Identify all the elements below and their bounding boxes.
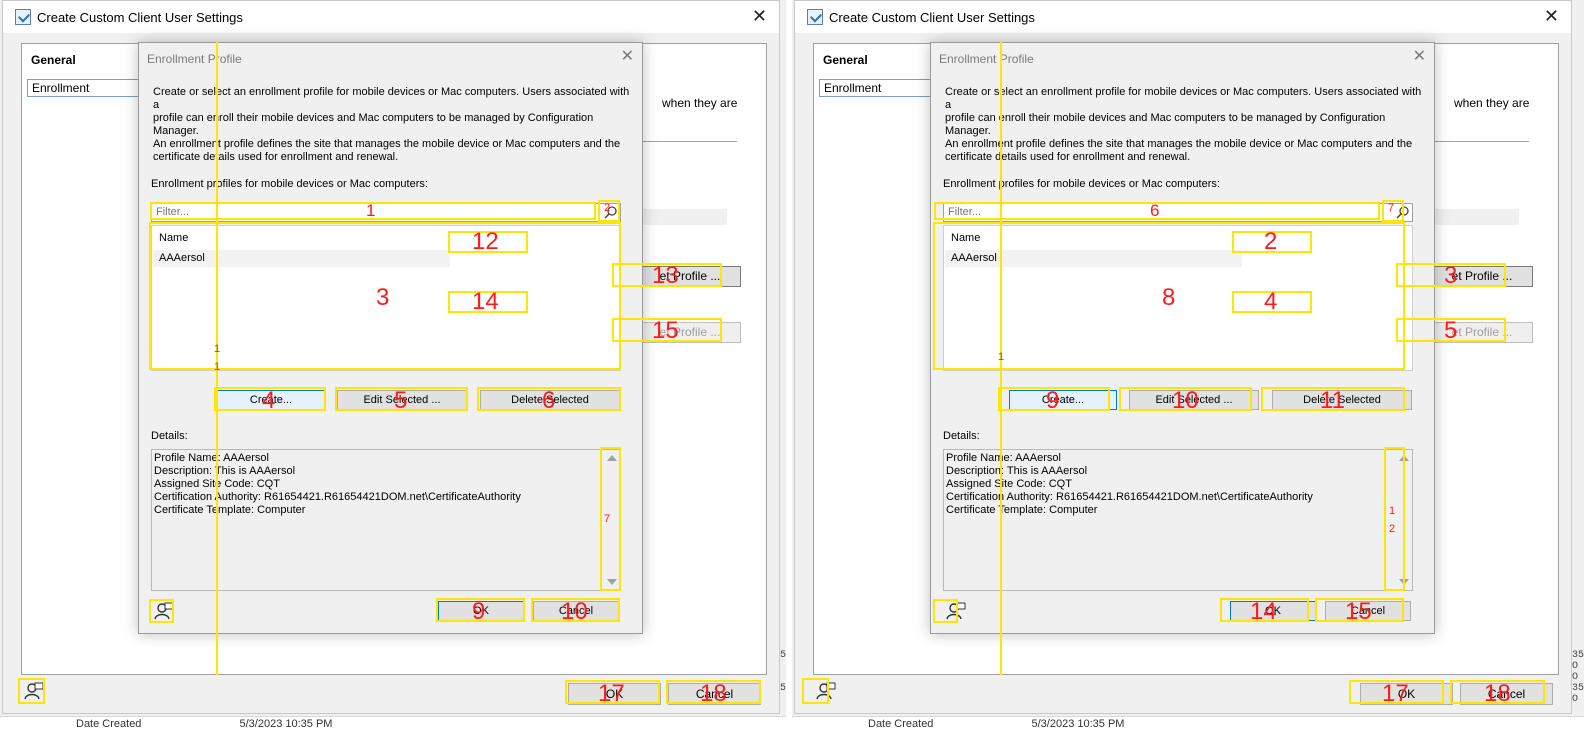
detail-site-code: Assigned Site Code: CQT [946, 478, 1072, 490]
annotation-number: 17 [598, 680, 625, 707]
annotation-number: 9 [472, 598, 486, 625]
detail-description: Description: This is AAAersol [154, 465, 296, 477]
background-strip: Date Created 5/3/2023 10:35 PM [792, 716, 1584, 730]
settings-app-icon [807, 9, 823, 25]
detail-description: Description: This is AAAersol [946, 465, 1088, 477]
background-edge-text: 35 O O 35 O [1572, 650, 1584, 705]
annotation-number: 14 [1250, 598, 1277, 625]
annotation-number: 18 [700, 680, 727, 707]
detail-site-code: Assigned Site Code: CQT [154, 478, 280, 490]
annotation-number: 13 [652, 262, 679, 289]
annotation-box [149, 599, 174, 623]
desc-line-1: Create or select an enrollment profile f… [945, 86, 1422, 111]
dialog-close-button[interactable]: ✕ [621, 49, 634, 65]
desc-line-2: profile can enroll their mobile devices … [153, 112, 594, 137]
annotation-number: 5 [1444, 317, 1458, 344]
outer-titlebar: Create Custom Client User Settings ✕ [3, 1, 779, 33]
bg-edge-2: O [1572, 672, 1579, 683]
annotation-number: 1 [998, 351, 1005, 363]
annotation-number: 8 [1162, 284, 1176, 311]
outer-close-button[interactable]: ✕ [1544, 7, 1559, 25]
right-panel: Date Created 5/3/2023 10:35 PM 35 O O 35… [792, 0, 1584, 730]
settings-app-icon [15, 9, 31, 25]
panel-divider [786, 0, 792, 730]
outer-title: Create Custom Client User Settings [37, 9, 243, 25]
desc-line-3: An enrollment profile defines the site t… [153, 138, 621, 150]
outer-titlebar: Create Custom Client User Settings ✕ [795, 1, 1571, 33]
detail-profile-name: Profile Name: AAAersol [154, 452, 269, 464]
annotation-number: 6 [542, 387, 556, 414]
bg-edge-0: 35 [1572, 650, 1584, 661]
bg-date-label: Date Created [76, 718, 142, 730]
desc-line-2: profile can enroll their mobile devices … [945, 112, 1386, 137]
desc-line-4: certificate details used for enrollment … [153, 151, 399, 163]
annotation-number: 9 [1046, 387, 1060, 414]
annotation-number: 15 [652, 317, 679, 344]
bg-edge-3: 35 [1572, 683, 1584, 694]
details-label: Details: [151, 430, 188, 442]
outer-close-button[interactable]: ✕ [752, 7, 767, 25]
annotation-number: 2 [1389, 523, 1396, 535]
desc-line-4: certificate details used for enrollment … [945, 151, 1191, 163]
annotation-number: 12 [472, 228, 499, 255]
annotation-number: 5 [394, 387, 408, 414]
annotation-number: 7 [604, 513, 611, 525]
bg-date-value: 5/3/2023 10:35 PM [1031, 718, 1125, 730]
annotation-box [18, 678, 45, 704]
annotation-number: 10 [1172, 387, 1199, 414]
nav-heading-general[interactable]: General [823, 53, 868, 67]
dialog-description: Create or select an enrollment profile f… [945, 86, 1425, 164]
annotation-number: 11 [1320, 387, 1345, 414]
annotation-number: 17 [1382, 680, 1409, 707]
annotation-number: 14 [472, 288, 499, 315]
detail-certificate-template: Certificate Template: Computer [946, 504, 1098, 516]
annotation-number: 2 [1264, 228, 1278, 255]
profiles-list-label: Enrollment profiles for mobile devices o… [151, 178, 428, 190]
annotation-number: 3 [1444, 262, 1458, 289]
bg-edge-4: O [1572, 694, 1579, 705]
annotation-number: 15 [1345, 598, 1372, 625]
partial-description-text: when they are [662, 96, 738, 110]
detail-certificate-template: Certificate Template: Computer [154, 504, 306, 516]
outer-title: Create Custom Client User Settings [829, 9, 1035, 25]
annotation-number: 4 [262, 387, 276, 414]
dialog-title: Enrollment Profile [147, 52, 242, 66]
annotation-number: 1 [1389, 505, 1396, 517]
details-box: Profile Name: AAAersol Description: This… [151, 449, 621, 591]
desc-line-1: Create or select an enrollment profile f… [153, 86, 630, 111]
annotation-number: 1 [214, 343, 221, 355]
annotation-number: 7 [1388, 202, 1395, 214]
dialog-close-button[interactable]: ✕ [1413, 49, 1426, 65]
nav-heading-general[interactable]: General [31, 53, 76, 67]
dialog-title: Enrollment Profile [939, 52, 1034, 66]
annotation-box [1384, 447, 1405, 591]
details-label: Details: [943, 430, 980, 442]
annotation-number: 3 [376, 284, 390, 311]
detail-certification-authority: Certification Authority: R61654421.R6165… [946, 491, 1313, 503]
annotation-box [933, 599, 958, 623]
screen: Date Created 5/3/2023 10:35 PM 35 O O 35… [0, 0, 1584, 730]
left-panel: Date Created 5/3/2023 10:35 PM 35 O O 35… [0, 0, 786, 730]
annotation-number: 10 [561, 598, 588, 625]
annotation-number: 18 [1484, 680, 1511, 707]
dialog-description: Create or select an enrollment profile f… [153, 86, 633, 164]
annotation-number: 1 [366, 201, 376, 220]
annotation-number: 6 [1150, 201, 1160, 220]
bg-edge-1: O [1572, 661, 1579, 672]
partial-description-text: when they are [1454, 96, 1530, 110]
bg-date-value: 5/3/2023 10:35 PM [239, 718, 333, 730]
annotation-box [802, 678, 829, 704]
annotation-number: 2 [604, 202, 611, 214]
detail-profile-name: Profile Name: AAAersol [946, 452, 1061, 464]
annotation-number: 1 [214, 361, 221, 373]
annotation-number: 4 [1264, 288, 1278, 315]
desc-line-3: An enrollment profile defines the site t… [945, 138, 1413, 150]
bg-date-label: Date Created [868, 718, 934, 730]
background-strip: Date Created 5/3/2023 10:35 PM [0, 716, 786, 730]
details-box: Profile Name: AAAersol Description: This… [943, 449, 1413, 591]
profiles-list-label: Enrollment profiles for mobile devices o… [943, 178, 1220, 190]
detail-certification-authority: Certification Authority: R61654421.R6165… [154, 491, 521, 503]
